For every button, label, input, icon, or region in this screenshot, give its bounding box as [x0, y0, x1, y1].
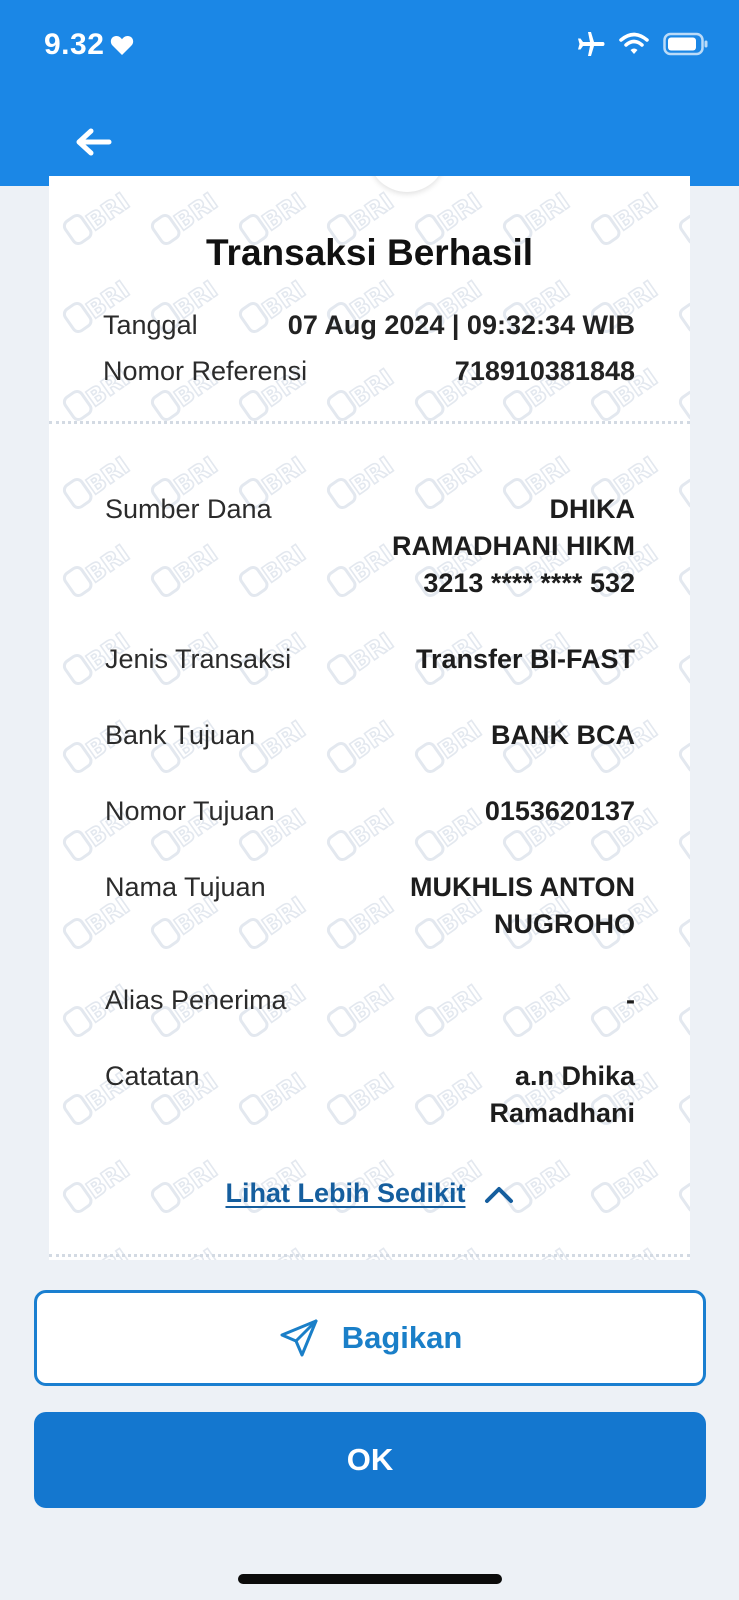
detail-value: Transfer BI-FAST	[415, 644, 635, 674]
detail-label: Nomor Tujuan	[105, 796, 275, 826]
detail-label: Bank Tujuan	[105, 720, 256, 750]
share-button[interactable]: Bagikan	[34, 1290, 706, 1386]
send-icon	[280, 1319, 318, 1357]
back-button[interactable]	[72, 120, 116, 164]
meta-value: 07 Aug 2024 | 09:32:34 WIB	[287, 310, 635, 340]
detail-value: -	[626, 985, 635, 1015]
detail-value: BANK BCA	[491, 720, 635, 750]
detail-value: DHIKA RAMADHANI HIKM 3213 **** **** 532	[392, 494, 635, 598]
app-header: 9.32	[0, 0, 739, 186]
detail-value: MUKHLIS ANTON NUGROHO	[410, 872, 635, 939]
detail-label: Sumber Dana	[105, 494, 272, 524]
chevron-up-icon	[484, 1186, 513, 1203]
status-time: 9.32	[44, 28, 134, 62]
detail-row-note: Catatan a.n Dhika Ramadhani	[105, 1058, 635, 1132]
page-title: Transaksi Berhasil	[205, 232, 534, 273]
ok-button[interactable]: OK	[34, 1412, 706, 1508]
clock-text: 9.32	[44, 28, 105, 61]
meta-row-date: Tanggal 07 Aug 2024 | 09:32:34 WIB	[103, 310, 635, 341]
arrow-left-icon	[76, 128, 112, 156]
show-less-toggle[interactable]: Lihat Lebih Sedikit	[49, 1178, 690, 1209]
detail-row-type: Jenis Transaksi Transfer BI-FAST	[105, 641, 635, 678]
status-bar: 9.32	[0, 0, 739, 92]
detail-label: Catatan	[105, 1061, 200, 1091]
detail-row-bank: Bank Tujuan BANK BCA	[105, 717, 635, 754]
detail-row-recipient-name: Nama Tujuan MUKHLIS ANTON NUGROHO	[105, 869, 635, 943]
detail-row-alias: Alias Penerima -	[105, 982, 635, 1019]
detail-value: a.n Dhika Ramadhani	[489, 1061, 635, 1128]
airplane-icon	[578, 32, 605, 56]
detail-label: Jenis Transaksi	[105, 644, 292, 674]
battery-icon	[663, 32, 708, 56]
wifi-icon	[619, 32, 649, 54]
dotted-divider-bottom	[49, 1254, 690, 1257]
detail-row-source: Sumber Dana DHIKA RAMADHANI HIKM 3213 **…	[105, 491, 635, 602]
detail-label: Nama Tujuan	[105, 872, 266, 902]
receipt-card: Transaksi Berhasil Tanggal 07 Aug 2024 |…	[49, 176, 690, 1260]
success-badge-circle	[368, 176, 446, 192]
meta-label: Tanggal	[103, 310, 198, 340]
detail-value: 0153620137	[484, 796, 635, 826]
share-label: Bagikan	[341, 1320, 463, 1355]
meta-label: Nomor Referensi	[103, 356, 308, 386]
meta-value: 718910381848	[454, 356, 635, 386]
home-indicator[interactable]	[238, 1574, 502, 1584]
meta-row-reference: Nomor Referensi 718910381848	[103, 356, 635, 387]
show-less-label: Lihat Lebih Sedikit	[225, 1178, 466, 1208]
detail-label: Alias Penerima	[105, 985, 287, 1015]
status-icons	[575, 30, 709, 58]
dotted-divider	[49, 421, 690, 424]
detail-row-account-number: Nomor Tujuan 0153620137	[105, 793, 635, 830]
heart-icon	[111, 35, 134, 55]
